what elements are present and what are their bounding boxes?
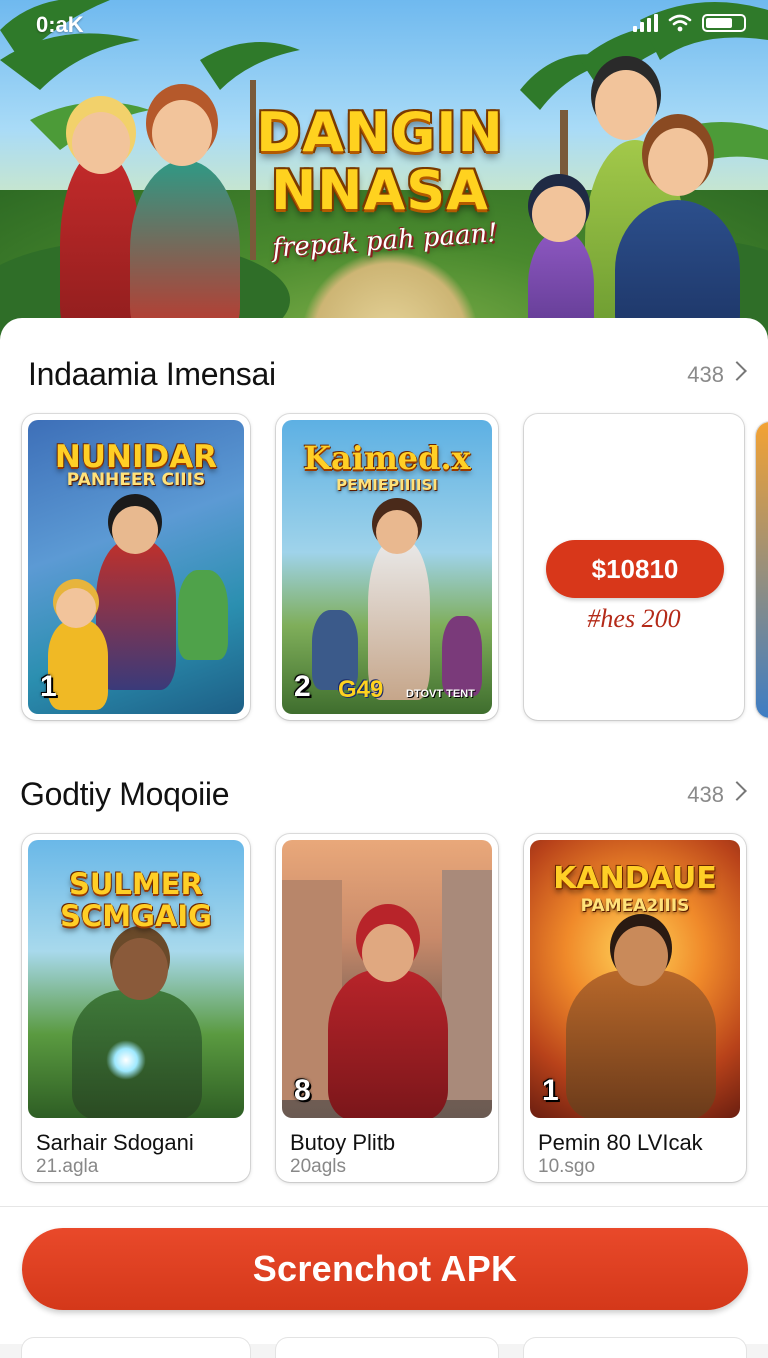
next-card-peek	[276, 1338, 498, 1358]
game-card[interactable]: Kaimed.x PEMIEPIIIISI 2 G49 DTOVT TENT	[276, 414, 498, 720]
figure-kid	[48, 620, 108, 710]
status-time: 0:aK	[36, 12, 84, 37]
battery-icon	[702, 14, 746, 32]
game-card-art: SULMER SCMGAIG	[28, 840, 244, 1118]
game-card-name: Butoy Plitb	[290, 1130, 396, 1155]
rank-badge: 1	[40, 670, 57, 703]
game-card-art-subtitle: PANHEER CIIIS	[66, 470, 206, 490]
figure-armored	[566, 970, 716, 1118]
game-card[interactable]: NUNIDAR PANHEER CIIIS 1	[22, 414, 250, 720]
figure-hero	[96, 540, 176, 690]
game-card-art-subtitle: PAMEA2IIIS	[580, 896, 690, 916]
price-card[interactable]: $10810 #hes 200	[524, 414, 744, 720]
section-title: Indaamia Imensai	[28, 356, 276, 392]
glow-orb	[106, 1040, 146, 1080]
game-card-art: 8	[282, 840, 492, 1118]
section-count[interactable]: 438	[687, 362, 724, 388]
divider	[0, 1206, 768, 1207]
hero-character-small-head	[532, 186, 586, 242]
game-card-name: Pemin 80 LVIcak	[538, 1130, 703, 1155]
section-title: Godtiy Moqoiie	[20, 776, 230, 812]
game-card[interactable]: KANDAUE PAMEA2IIIS 1 Pemin 80 LVIcak 10.…	[524, 834, 746, 1182]
game-card-art-title: KANDAUE	[553, 861, 717, 896]
game-card-art: NUNIDAR PANHEER CIIIS 1	[28, 420, 244, 714]
rank-badge: 1	[542, 1074, 559, 1107]
game-card-meta: 21.agla	[36, 1156, 99, 1177]
game-logo-chip: G49	[338, 676, 384, 703]
wifi-icon	[668, 14, 692, 32]
download-apk-button[interactable]: Screnchot APK	[22, 1228, 748, 1310]
figure-right	[442, 616, 482, 696]
chevron-right-icon[interactable]	[727, 361, 747, 381]
figure-soldier-head	[112, 938, 168, 1000]
figure-armored-head	[614, 926, 668, 986]
game-card-peek[interactable]	[756, 422, 768, 718]
rank-badge: 2	[294, 670, 311, 703]
hero-character-man-head	[595, 70, 657, 140]
game-card-art-title: Kaimed.x	[303, 439, 471, 477]
hero-character-blonde	[60, 150, 140, 340]
figure-side	[178, 570, 228, 660]
building-right	[442, 870, 492, 1100]
status-bar: 0:aK	[0, 0, 768, 48]
game-card[interactable]: 8 Butoy Plitb 20agls	[276, 834, 498, 1182]
signal-icon	[633, 14, 658, 32]
game-card-meta: 10.sgo	[538, 1156, 596, 1177]
next-card-peek	[524, 1338, 746, 1358]
game-card-art: KANDAUE PAMEA2IIIS 1	[530, 840, 740, 1118]
status-icons	[633, 14, 746, 32]
price-button[interactable]: $10810	[546, 540, 724, 598]
chevron-right-icon[interactable]	[727, 781, 747, 801]
figure-heroine-head	[376, 510, 418, 554]
hero-banner[interactable]: DANGIN NNASA frepak pah paan!	[0, 0, 768, 340]
rank-badge: 8	[294, 1074, 311, 1107]
hero-character-blonde-head	[72, 112, 130, 174]
game-card[interactable]: SULMER SCMGAIG Sarhair Sdogani 21.agla	[22, 834, 250, 1182]
section-count[interactable]: 438	[687, 782, 724, 808]
content-panel: Indaamia Imensai 438 NUNIDAR PANHEER CII…	[0, 318, 768, 1358]
next-card-peek	[22, 1338, 250, 1358]
game-card-art: Kaimed.x PEMIEPIIIISI 2 G49 DTOVT TENT	[282, 420, 492, 714]
price-note: #hes 200	[587, 604, 681, 633]
hero-title: DANGIN NNASA	[256, 101, 504, 222]
figure-kid-head	[56, 588, 96, 628]
figure-pirate-head	[362, 924, 414, 982]
section-header-2[interactable]: Godtiy Moqoiie 438	[0, 768, 768, 816]
hero-character-warrior-head	[152, 100, 212, 166]
game-card-name: Sarhair Sdogani	[36, 1130, 194, 1155]
game-card-art-title-line2: SCMGAIG	[60, 899, 212, 933]
game-card-meta: 20agls	[290, 1156, 346, 1177]
game-card-art-title: NUNIDAR	[54, 439, 218, 475]
game-logo-chip-subtitle: DTOVT TENT	[406, 688, 475, 700]
figure-pirate	[328, 970, 448, 1118]
figure-hero-head	[112, 506, 158, 554]
hero-character-warrior	[130, 160, 240, 340]
section-header-1[interactable]: Indaamia Imensai 438	[0, 348, 768, 396]
hero-character-queen-head	[648, 128, 708, 196]
game-card-art-title: SULMER	[69, 867, 203, 901]
game-card-art-subtitle: PEMIEPIIIISI	[336, 476, 438, 494]
